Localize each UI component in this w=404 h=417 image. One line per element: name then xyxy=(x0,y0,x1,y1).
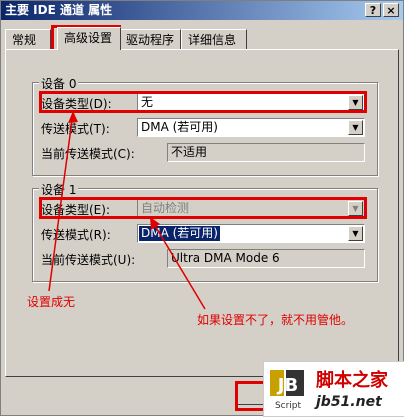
device-1-mode-select[interactable]: DMA (若可用) ▼ xyxy=(137,224,365,243)
device-0-group-title: 设备 0 xyxy=(39,75,79,92)
device-1-group-title: 设备 1 xyxy=(39,181,79,198)
tab-advanced[interactable]: 高级设置 xyxy=(57,27,121,50)
device-0-type-value: 无 xyxy=(141,95,154,109)
device-1-type-label: 设备类型(E): xyxy=(41,203,110,217)
tab-driver[interactable]: 驱动程序 xyxy=(119,29,181,49)
device-1-type-select[interactable]: 自动检测 ▼ xyxy=(137,199,365,218)
device-1-mode-label: 传送模式(R): xyxy=(41,228,111,242)
device-0-group: 设备 0 设备类型(D): 无 ▼ 传送模式(T): DMA (若可用) ▼ 当… xyxy=(32,75,378,176)
close-button[interactable]: × xyxy=(383,3,399,17)
annotation-ignore-note: 如果设置不了，就不用管他。 xyxy=(197,313,354,327)
device-0-current-value: 不适用 xyxy=(167,143,365,162)
device-1-current-value: Ultra DMA Mode 6 xyxy=(167,249,365,268)
device-0-mode-label: 传送模式(T): xyxy=(41,122,110,136)
device-1-current-label: 当前传送模式(U): xyxy=(41,253,136,267)
site-url: jb51.net xyxy=(316,394,382,410)
device-1-type-value: 自动检测 xyxy=(141,201,190,215)
tab-advanced-label: 高级设置 xyxy=(64,31,113,45)
logo-sub: Script xyxy=(275,401,302,411)
device-0-mode-value: DMA (若可用) xyxy=(141,120,218,134)
device-1-group: 设备 1 设备类型(E): 自动检测 ▼ 传送模式(R): DMA (若可用) … xyxy=(32,181,378,282)
tab-details-label: 详细信息 xyxy=(188,33,237,47)
tab-general[interactable]: 常规 xyxy=(5,29,51,49)
device-1-mode-value: DMA (若可用) xyxy=(139,226,220,241)
site-name: 脚本之家 xyxy=(316,370,388,391)
chevron-down-icon[interactable]: ▼ xyxy=(348,201,363,216)
device-0-type-label: 设备类型(D): xyxy=(41,97,112,111)
help-button[interactable]: ? xyxy=(365,3,381,17)
chevron-down-icon[interactable]: ▼ xyxy=(348,226,363,241)
tab-driver-label: 驱动程序 xyxy=(126,33,175,47)
device-0-mode-select[interactable]: DMA (若可用) ▼ xyxy=(137,118,365,137)
tab-general-label: 常规 xyxy=(12,33,37,47)
watermark: JB Script 脚本之家 jb51.net xyxy=(263,361,404,417)
jb51-logo-icon: JB Script xyxy=(268,366,308,412)
device-0-type-select[interactable]: 无 ▼ xyxy=(137,93,365,112)
window-title: 主要 IDE 通道 属性 xyxy=(5,3,113,17)
tab-details[interactable]: 详细信息 xyxy=(181,29,247,49)
chevron-down-icon[interactable]: ▼ xyxy=(348,120,363,135)
device-0-current-label: 当前传送模式(C): xyxy=(41,147,135,161)
title-bar: 主要 IDE 通道 属性 ? × xyxy=(1,1,403,20)
logo-letters: JB xyxy=(276,375,298,396)
chevron-down-icon[interactable]: ▼ xyxy=(348,95,363,110)
properties-dialog: 主要 IDE 通道 属性 ? × 常规 高级设置 驱动程序 详细信息 设备 0 … xyxy=(0,0,404,417)
annotation-set-none: 设置成无 xyxy=(27,295,76,309)
